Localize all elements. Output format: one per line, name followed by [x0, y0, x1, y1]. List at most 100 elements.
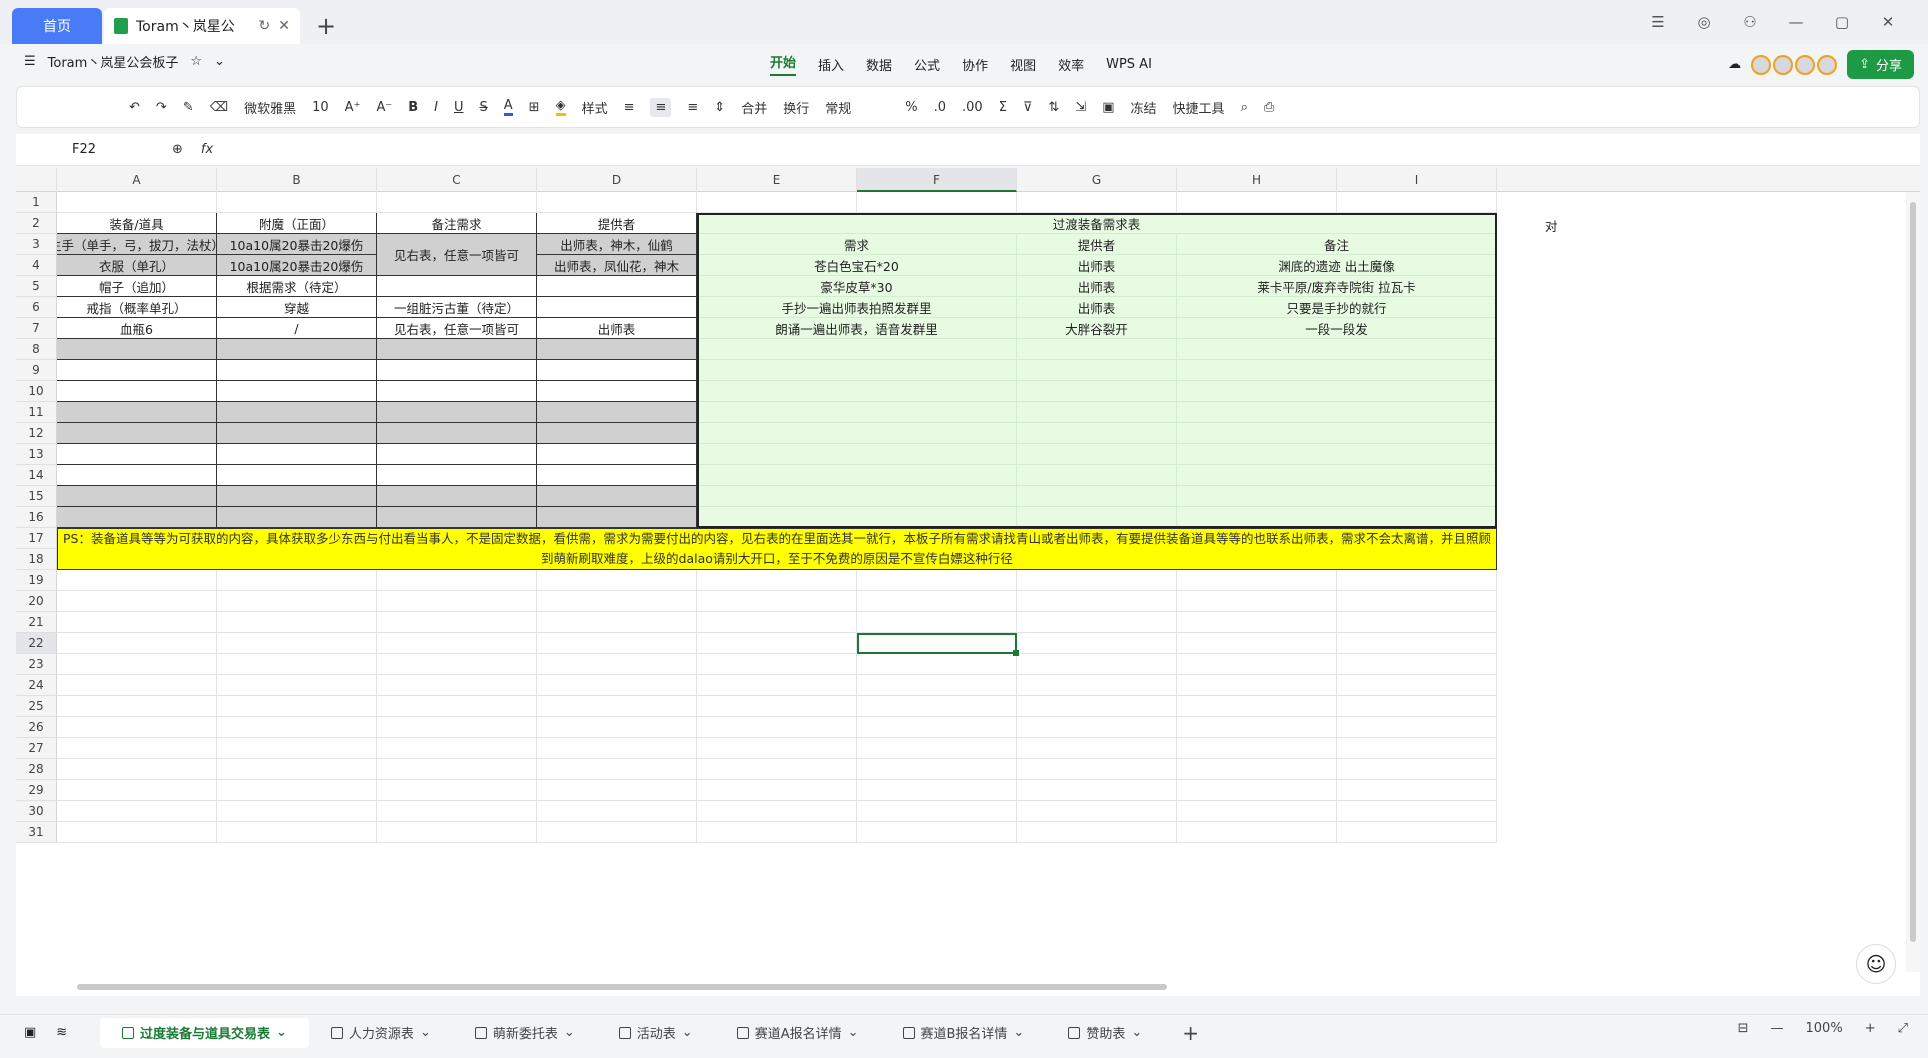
cell[interactable] [217, 570, 377, 591]
green-table-cell[interactable] [697, 465, 1017, 486]
cell[interactable] [377, 759, 537, 780]
row-header[interactable]: 28 [16, 759, 57, 780]
view-icon[interactable]: ⊟ [1738, 1021, 1749, 1036]
cell[interactable] [217, 675, 377, 696]
table-cell[interactable] [57, 381, 217, 402]
number-format-select[interactable]: 常规 [825, 98, 889, 117]
zoom-level[interactable]: 100% [1806, 1021, 1843, 1036]
row-header[interactable]: 18 [16, 549, 57, 570]
cell[interactable] [1177, 654, 1337, 675]
table-cell[interactable] [537, 339, 697, 360]
cell[interactable] [1337, 822, 1497, 843]
font-size-select[interactable]: 10 [312, 100, 329, 115]
green-table-cell[interactable] [1177, 486, 1497, 507]
row-header[interactable]: 8 [16, 339, 57, 360]
cell[interactable] [1177, 570, 1337, 591]
row-header[interactable]: 17 [16, 528, 57, 549]
table-cell[interactable]: 10a10属20暴击20爆伤 [217, 234, 377, 255]
star-icon[interactable]: ☆ [190, 54, 202, 69]
cell[interactable] [377, 570, 537, 591]
cell[interactable] [217, 738, 377, 759]
border-icon[interactable]: ⊞ [529, 100, 540, 115]
cell[interactable] [1017, 822, 1177, 843]
cell[interactable] [377, 780, 537, 801]
row-header[interactable]: 20 [16, 591, 57, 612]
column-header-g[interactable]: G [1017, 168, 1177, 192]
cell[interactable] [697, 570, 857, 591]
fx-icon[interactable]: fx [201, 142, 213, 157]
row-header[interactable]: 2 [16, 213, 57, 234]
green-table-cell[interactable] [1017, 465, 1177, 486]
percent-icon[interactable]: % [905, 100, 917, 115]
style-button[interactable]: 样式 [582, 98, 608, 117]
row-header[interactable]: 3 [16, 234, 57, 255]
table-cell[interactable] [57, 402, 217, 423]
table-cell[interactable]: 戒指（概率单孔） [57, 297, 217, 318]
format-painter-icon[interactable]: ✎ [183, 100, 194, 115]
table-cell[interactable]: 见右表，任意一项皆可 [377, 318, 537, 339]
cell[interactable] [57, 801, 217, 822]
underline-icon[interactable]: U [454, 100, 464, 115]
cell[interactable] [57, 780, 217, 801]
cell[interactable] [1337, 717, 1497, 738]
cell[interactable] [857, 738, 1017, 759]
green-table-header[interactable]: 提供者 [1017, 234, 1177, 255]
align-right-icon[interactable]: ≡ [687, 100, 698, 115]
cell[interactable] [537, 591, 697, 612]
table-cell[interactable] [217, 360, 377, 381]
cell[interactable] [697, 591, 857, 612]
column-header-h[interactable]: H [1177, 168, 1337, 192]
document-name[interactable]: Toram丶岚星公会板子 [48, 52, 179, 71]
row-header[interactable]: 13 [16, 444, 57, 465]
italic-icon[interactable]: I [434, 100, 438, 115]
cell[interactable] [697, 759, 857, 780]
cell[interactable] [57, 192, 217, 213]
green-table-cell[interactable] [697, 423, 1017, 444]
tab-home[interactable]: 开始 [770, 52, 797, 76]
increase-decimal-icon[interactable]: .0 [934, 100, 946, 115]
fill-series-icon[interactable]: ⇲ [1075, 100, 1086, 115]
row-header[interactable]: 14 [16, 465, 57, 486]
fill-color-icon[interactable]: ◈ [555, 98, 566, 116]
table-cell[interactable]: 一组脏污古董（待定） [377, 297, 537, 318]
cell[interactable] [1177, 675, 1337, 696]
sheet-tab[interactable]: 人力资源表 ⌄ [309, 1018, 453, 1048]
row-header[interactable]: 12 [16, 423, 57, 444]
cell[interactable] [697, 654, 857, 675]
chevron-down-icon[interactable]: ⌄ [682, 1025, 693, 1040]
filter-icon[interactable]: ⊽ [1023, 100, 1033, 115]
green-table-cell[interactable] [1177, 444, 1497, 465]
table-cell[interactable] [377, 360, 537, 381]
cell[interactable] [217, 192, 377, 213]
cell[interactable] [537, 633, 697, 654]
cell[interactable] [1017, 654, 1177, 675]
tab-formula[interactable]: 公式 [914, 55, 940, 74]
document-tab[interactable]: Toram丶岚星公 ↻ ✕ [104, 8, 300, 44]
cell[interactable] [377, 822, 537, 843]
cell[interactable] [1177, 192, 1337, 213]
image-icon[interactable]: ▣ [1102, 100, 1114, 115]
cell[interactable] [1017, 801, 1177, 822]
cell[interactable] [1337, 570, 1497, 591]
cell[interactable] [377, 738, 537, 759]
chevron-down-icon[interactable]: ⌄ [1013, 1025, 1024, 1040]
row-header[interactable]: 11 [16, 402, 57, 423]
cell[interactable] [537, 801, 697, 822]
cell[interactable] [57, 633, 217, 654]
row-header[interactable]: 7 [16, 318, 57, 339]
table-cell[interactable] [57, 507, 217, 528]
table-header-cell[interactable]: 装备/道具 [57, 213, 217, 234]
cell[interactable] [1337, 633, 1497, 654]
cell[interactable] [377, 192, 537, 213]
green-table-cell[interactable]: 大胖谷裂开 [1017, 318, 1177, 339]
green-table-cell[interactable]: 豪华皮草*30 [697, 276, 1017, 297]
cell[interactable] [1017, 738, 1177, 759]
table-cell[interactable] [537, 297, 697, 318]
table-cell[interactable]: 出师表，凤仙花，神木 [537, 255, 697, 276]
cell[interactable] [697, 696, 857, 717]
cell[interactable] [1017, 759, 1177, 780]
green-table-cell[interactable] [1177, 381, 1497, 402]
print-icon[interactable]: ⎙ [1264, 100, 1274, 115]
table-cell[interactable]: / [217, 318, 377, 339]
tab-efficiency[interactable]: 效率 [1058, 55, 1084, 74]
